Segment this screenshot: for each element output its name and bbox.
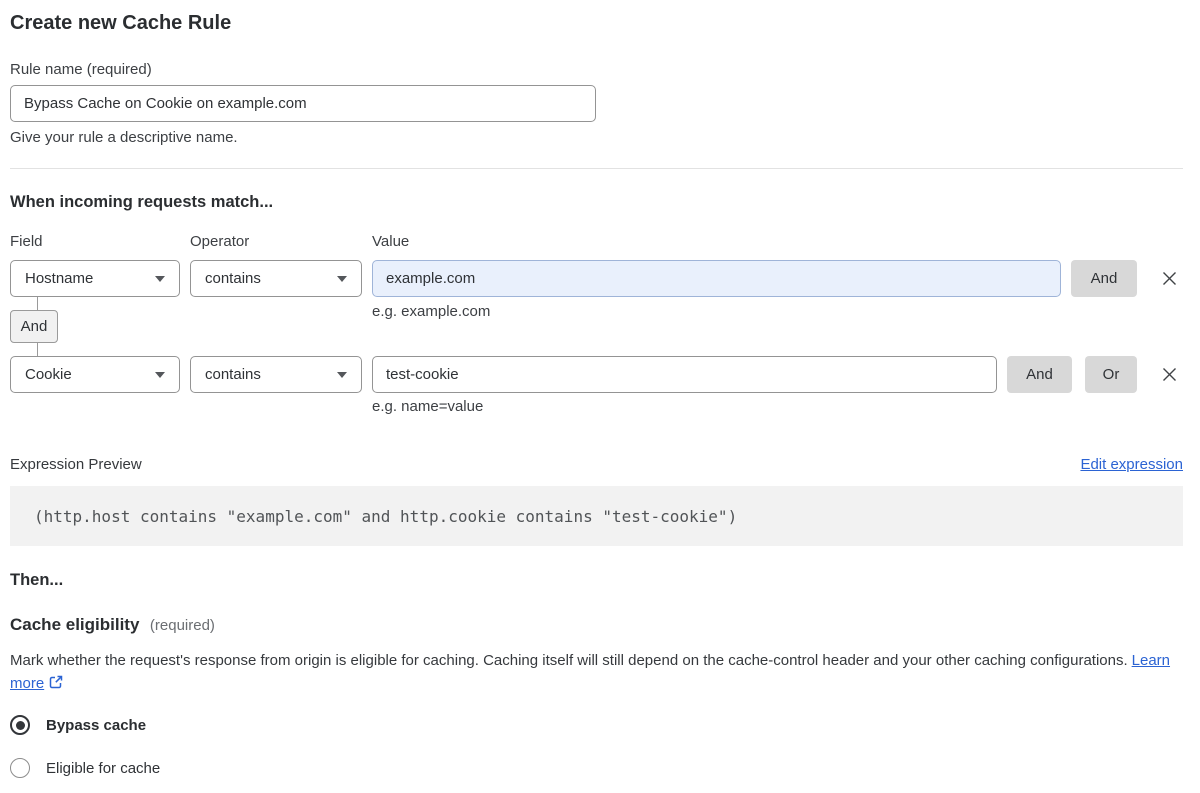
field-select[interactable]: Cookie [10, 356, 180, 393]
field-select[interactable]: Hostname [10, 260, 180, 297]
close-icon [1162, 272, 1176, 285]
chevron-down-icon [337, 275, 347, 282]
required-note: (required) [149, 617, 215, 634]
radio-label: Eligible for cache [46, 759, 161, 777]
rule-name-label: Rule name (required) [10, 61, 152, 78]
expression-preview-header: Expression Preview Edit expression [10, 455, 1183, 474]
radio-unselected-icon[interactable] [10, 758, 30, 778]
operator-select-value: contains [205, 270, 261, 287]
description-text: Mark whether the request's response from… [10, 652, 1128, 669]
operator-select[interactable]: contains [190, 356, 362, 393]
and-button[interactable]: And [1071, 260, 1137, 297]
field-select-value: Cookie [25, 366, 72, 383]
section-divider [10, 168, 1183, 169]
value-hint: e.g. example.com [372, 303, 491, 320]
match-heading: When incoming requests match... [10, 193, 274, 211]
and-button[interactable]: And [1007, 356, 1072, 393]
expression-code-block: (http.host contains "example.com" and ht… [10, 486, 1183, 546]
value-input[interactable] [372, 356, 997, 393]
field-column-label: Field [10, 233, 43, 250]
then-heading: Then... [10, 571, 64, 589]
create-cache-rule-form: Create new Cache Rule Rule name (require… [0, 0, 1200, 778]
remove-row-button[interactable] [1155, 265, 1183, 293]
operator-column-label: Operator [190, 233, 250, 250]
field-select-value: Hostname [25, 270, 94, 287]
match-row-hostname: Hostname contains And [10, 260, 1183, 297]
value-hint: e.g. name=value [372, 398, 484, 415]
close-icon [1162, 368, 1176, 381]
radio-option-eligible-for-cache[interactable]: Eligible for cache [10, 758, 1183, 778]
chevron-down-icon [155, 371, 165, 378]
chevron-down-icon [155, 275, 165, 282]
cache-eligibility-description: Mark whether the request's response from… [10, 649, 1170, 695]
radio-selected-icon[interactable] [10, 715, 30, 735]
operator-select[interactable]: contains [190, 260, 362, 297]
rule-name-input[interactable] [10, 85, 596, 122]
rule-name-helper: Give your rule a descriptive name. [10, 129, 238, 146]
or-button[interactable]: Or [1085, 356, 1137, 393]
value-input[interactable] [372, 260, 1061, 297]
match-row-cookie: Cookie contains And Or [10, 356, 1183, 393]
row-connector-area: And e.g. example.com [10, 297, 1183, 356]
cache-eligibility-heading: Cache eligibility [10, 615, 140, 634]
radio-option-bypass-cache[interactable]: Bypass cache [10, 715, 1183, 735]
column-headers: Field Operator Value [10, 233, 1183, 251]
external-link-icon [49, 675, 63, 689]
radio-label: Bypass cache [46, 716, 147, 734]
expression-preview-label: Expression Preview [10, 456, 142, 473]
remove-row-button[interactable] [1155, 361, 1183, 389]
value-column-label: Value [372, 233, 410, 250]
edit-expression-link[interactable]: Edit expression [1080, 455, 1183, 474]
and-connector-button[interactable]: And [10, 297, 58, 356]
chevron-down-icon [337, 371, 347, 378]
operator-select-value: contains [205, 366, 261, 383]
page-title: Create new Cache Rule [10, 12, 232, 34]
cache-eligibility-header: Cache eligibility (required) [10, 614, 1183, 636]
